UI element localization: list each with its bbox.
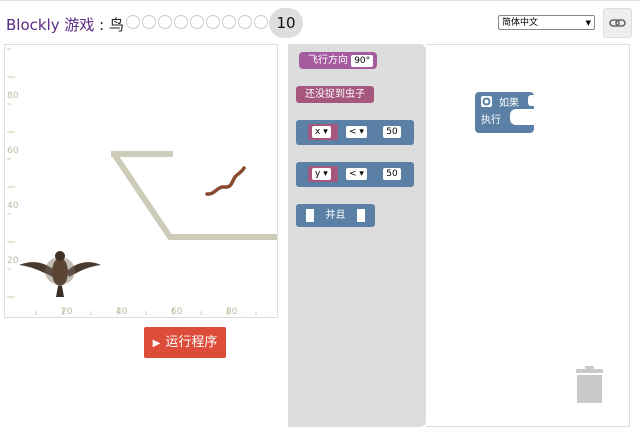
number-field[interactable]: 50 — [383, 126, 401, 138]
and-left-socket — [306, 209, 314, 222]
level-dot-2[interactable] — [142, 15, 156, 29]
game-name: 鸟 — [108, 16, 124, 34]
level-dot-3[interactable] — [158, 15, 172, 29]
x-tick-label: 80 — [226, 307, 238, 317]
heading-block-label: 飞行方向 — [308, 55, 348, 66]
level-dot-6[interactable] — [206, 15, 220, 29]
if-block[interactable]: 如果 执行 — [475, 92, 534, 133]
heading-angle-field[interactable]: 90° — [351, 55, 374, 67]
bird-icon — [19, 251, 101, 297]
level-dot-8[interactable] — [238, 15, 252, 29]
y-variable-dropdown[interactable]: y ▾ — [312, 168, 331, 180]
x-tick-label: 40 — [116, 307, 128, 317]
and-right-socket — [357, 209, 365, 222]
level-dot-4[interactable] — [174, 15, 188, 29]
number-field[interactable]: 50 — [383, 168, 401, 180]
page-title: Blockly 游戏 : 鸟 — [6, 14, 124, 35]
level-dot-1[interactable] — [126, 15, 140, 29]
number-block[interactable]: 50 — [380, 166, 404, 182]
level-dot-5[interactable] — [190, 15, 204, 29]
y-tick-label: 80 — [7, 91, 19, 101]
language-select-value: 简体中文 — [502, 18, 539, 28]
y-tick-label: 40 — [7, 201, 19, 211]
language-select[interactable]: 简体中文 ▼ — [498, 15, 595, 30]
operator-dropdown[interactable]: < ▾ — [346, 126, 367, 138]
x-variable-dropdown[interactable]: x ▾ — [312, 126, 331, 138]
no-worm-label: 还没捉到虫子 — [305, 89, 365, 100]
trash-icon[interactable] — [575, 366, 604, 408]
brand-link[interactable]: Blockly 游戏 — [6, 16, 94, 34]
game-visualization: 80 60 40 20 20 40 60 80 — [4, 44, 278, 318]
level-dot-7[interactable] — [222, 15, 236, 29]
condition-socket — [528, 95, 534, 106]
y-variable-block[interactable]: y ▾ — [308, 166, 338, 182]
y-tick-label: 20 — [7, 256, 19, 266]
game-canvas — [7, 48, 277, 315]
heading-block[interactable]: 飞行方向 90° — [299, 52, 377, 69]
no-worm-block[interactable]: 还没捉到虫子 — [296, 86, 374, 103]
if-label: 如果 — [499, 98, 519, 109]
title-separator: : — [94, 16, 109, 34]
x-variable-block[interactable]: x ▾ — [308, 124, 338, 140]
link-icon — [609, 19, 626, 27]
y-tick-label: 60 — [7, 146, 19, 156]
do-label: 执行 — [481, 115, 501, 126]
statement-input — [510, 109, 534, 125]
and-block[interactable]: 并且 — [296, 204, 375, 227]
chevron-down-icon: ▼ — [585, 19, 591, 27]
compare-block-y[interactable]: y ▾ < ▾ 50 — [296, 162, 414, 187]
play-icon: ▶ — [152, 338, 161, 349]
compare-block-x[interactable]: x ▾ < ▾ 50 — [296, 120, 414, 145]
x-tick-label: 60 — [171, 307, 183, 317]
gear-icon[interactable] — [481, 96, 492, 107]
run-program-button[interactable]: ▶ 运行程序 — [144, 327, 226, 358]
level-dot-9[interactable] — [254, 15, 268, 29]
worm-icon — [205, 166, 246, 196]
current-level-badge[interactable]: 10 — [269, 8, 303, 38]
link-button[interactable] — [603, 8, 632, 38]
and-label: 并且 — [325, 210, 346, 221]
wall — [111, 152, 277, 240]
run-program-label: 运行程序 — [165, 335, 218, 350]
top-border — [0, 0, 640, 1]
number-block[interactable]: 50 — [380, 124, 404, 140]
x-tick-label: 20 — [61, 307, 73, 317]
operator-dropdown[interactable]: < ▾ — [346, 168, 367, 180]
